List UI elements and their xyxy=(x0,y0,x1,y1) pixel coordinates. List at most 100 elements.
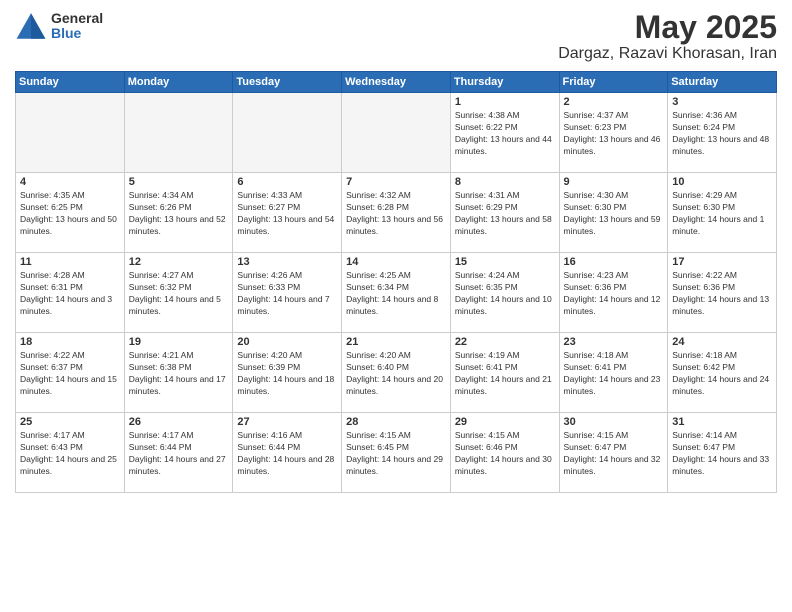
day-info: Sunrise: 4:16 AM Sunset: 6:44 PM Dayligh… xyxy=(237,430,337,478)
day-number: 26 xyxy=(129,416,229,428)
calendar-cell: 17 Sunrise: 4:22 AM Sunset: 6:36 PM Dayli… xyxy=(668,253,777,333)
day-info: Sunrise: 4:32 AM Sunset: 6:28 PM Dayligh… xyxy=(346,190,446,238)
logo: General Blue xyxy=(15,10,103,42)
calendar-week-1: 1Sunrise: 4:38 AM Sunset: 6:22 PM Daylig… xyxy=(16,93,777,173)
day-number: 5 xyxy=(129,176,229,188)
calendar-cell: 9 Sunrise: 4:30 AM Sunset: 6:30 PM Daylig… xyxy=(559,173,668,253)
calendar-cell: 1Sunrise: 4:38 AM Sunset: 6:22 PM Daylig… xyxy=(450,93,559,173)
day-info: Sunrise: 4:37 AM Sunset: 6:23 PM Dayligh… xyxy=(564,110,664,158)
calendar-cell: 28Sunrise: 4:15 AM Sunset: 6:45 PM Dayli… xyxy=(342,413,451,493)
day-info: Sunrise: 4:34 AM Sunset: 6:26 PM Dayligh… xyxy=(129,190,229,238)
day-info: Sunrise: 4:19 AM Sunset: 6:41 PM Dayligh… xyxy=(455,350,555,398)
day-number: 27 xyxy=(237,416,337,428)
day-info: Sunrise: 4:18 AM Sunset: 6:41 PM Dayligh… xyxy=(564,350,664,398)
day-info: Sunrise: 4:27 AM Sunset: 6:32 PM Dayligh… xyxy=(129,270,229,318)
logo-blue-text: Blue xyxy=(51,26,103,41)
day-number: 22 xyxy=(455,336,555,348)
day-number: 18 xyxy=(20,336,120,348)
calendar-cell: 27 Sunrise: 4:16 AM Sunset: 6:44 PM Dayli… xyxy=(233,413,342,493)
calendar-cell: 29 Sunrise: 4:15 AM Sunset: 6:46 PM Dayli… xyxy=(450,413,559,493)
weekday-header-saturday: Saturday xyxy=(668,72,777,93)
day-number: 11 xyxy=(20,256,120,268)
weekday-header-monday: Monday xyxy=(124,72,233,93)
weekday-header-tuesday: Tuesday xyxy=(233,72,342,93)
calendar-cell: 11 Sunrise: 4:28 AM Sunset: 6:31 PM Dayli… xyxy=(16,253,125,333)
calendar-cell: 14Sunrise: 4:25 AM Sunset: 6:34 PM Dayli… xyxy=(342,253,451,333)
day-number: 7 xyxy=(346,176,446,188)
day-info: Sunrise: 4:17 AM Sunset: 6:44 PM Dayligh… xyxy=(129,430,229,478)
calendar-cell: 25 Sunrise: 4:17 AM Sunset: 6:43 PM Dayli… xyxy=(16,413,125,493)
day-number: 17 xyxy=(672,256,772,268)
calendar-cell xyxy=(342,93,451,173)
day-number: 6 xyxy=(237,176,337,188)
day-info: Sunrise: 4:22 AM Sunset: 6:36 PM Dayligh… xyxy=(672,270,772,318)
day-info: Sunrise: 4:29 AM Sunset: 6:30 PM Dayligh… xyxy=(672,190,772,238)
day-number: 10 xyxy=(672,176,772,188)
day-number: 19 xyxy=(129,336,229,348)
day-info: Sunrise: 4:31 AM Sunset: 6:29 PM Dayligh… xyxy=(455,190,555,238)
day-number: 1 xyxy=(455,96,555,108)
header: General Blue May 2025 Dargaz, Razavi Kho… xyxy=(15,10,777,63)
calendar-cell: 13 Sunrise: 4:26 AM Sunset: 6:33 PM Dayli… xyxy=(233,253,342,333)
weekday-header-row: SundayMondayTuesdayWednesdayThursdayFrid… xyxy=(16,72,777,93)
calendar-cell: 23 Sunrise: 4:18 AM Sunset: 6:41 PM Dayli… xyxy=(559,333,668,413)
calendar-cell: 30 Sunrise: 4:15 AM Sunset: 6:47 PM Dayli… xyxy=(559,413,668,493)
calendar-cell xyxy=(233,93,342,173)
calendar-cell: 10 Sunrise: 4:29 AM Sunset: 6:30 PM Dayli… xyxy=(668,173,777,253)
day-info: Sunrise: 4:28 AM Sunset: 6:31 PM Dayligh… xyxy=(20,270,120,318)
calendar-cell: 20Sunrise: 4:20 AM Sunset: 6:39 PM Dayli… xyxy=(233,333,342,413)
day-number: 30 xyxy=(564,416,664,428)
calendar-cell: 22 Sunrise: 4:19 AM Sunset: 6:41 PM Dayli… xyxy=(450,333,559,413)
day-number: 24 xyxy=(672,336,772,348)
day-info: Sunrise: 4:17 AM Sunset: 6:43 PM Dayligh… xyxy=(20,430,120,478)
day-number: 28 xyxy=(346,416,446,428)
day-info: Sunrise: 4:15 AM Sunset: 6:47 PM Dayligh… xyxy=(564,430,664,478)
day-number: 3 xyxy=(672,96,772,108)
calendar-cell: 8 Sunrise: 4:31 AM Sunset: 6:29 PM Daylig… xyxy=(450,173,559,253)
page: General Blue May 2025 Dargaz, Razavi Kho… xyxy=(0,0,792,612)
day-number: 9 xyxy=(564,176,664,188)
day-number: 13 xyxy=(237,256,337,268)
calendar-table: SundayMondayTuesdayWednesdayThursdayFrid… xyxy=(15,71,777,493)
calendar-week-5: 25 Sunrise: 4:17 AM Sunset: 6:43 PM Dayli… xyxy=(16,413,777,493)
calendar-cell: 4Sunrise: 4:35 AM Sunset: 6:25 PM Daylig… xyxy=(16,173,125,253)
day-info: Sunrise: 4:21 AM Sunset: 6:38 PM Dayligh… xyxy=(129,350,229,398)
calendar-week-4: 18 Sunrise: 4:22 AM Sunset: 6:37 PM Dayli… xyxy=(16,333,777,413)
calendar-cell: 19 Sunrise: 4:21 AM Sunset: 6:38 PM Dayli… xyxy=(124,333,233,413)
day-info: Sunrise: 4:25 AM Sunset: 6:34 PM Dayligh… xyxy=(346,270,446,318)
day-info: Sunrise: 4:26 AM Sunset: 6:33 PM Dayligh… xyxy=(237,270,337,318)
day-info: Sunrise: 4:15 AM Sunset: 6:46 PM Dayligh… xyxy=(455,430,555,478)
weekday-header-wednesday: Wednesday xyxy=(342,72,451,93)
title-area: May 2025 Dargaz, Razavi Khorasan, Iran xyxy=(558,10,777,63)
day-info: Sunrise: 4:22 AM Sunset: 6:37 PM Dayligh… xyxy=(20,350,120,398)
calendar-cell: 24Sunrise: 4:18 AM Sunset: 6:42 PM Dayli… xyxy=(668,333,777,413)
day-info: Sunrise: 4:33 AM Sunset: 6:27 PM Dayligh… xyxy=(237,190,337,238)
day-number: 20 xyxy=(237,336,337,348)
month-title: May 2025 xyxy=(558,10,777,45)
calendar-cell: 26 Sunrise: 4:17 AM Sunset: 6:44 PM Dayli… xyxy=(124,413,233,493)
day-number: 31 xyxy=(672,416,772,428)
weekday-header-sunday: Sunday xyxy=(16,72,125,93)
location-title: Dargaz, Razavi Khorasan, Iran xyxy=(558,45,777,63)
calendar-cell: 7 Sunrise: 4:32 AM Sunset: 6:28 PM Daylig… xyxy=(342,173,451,253)
calendar-cell: 16Sunrise: 4:23 AM Sunset: 6:36 PM Dayli… xyxy=(559,253,668,333)
day-number: 29 xyxy=(455,416,555,428)
day-number: 12 xyxy=(129,256,229,268)
calendar-cell: 15Sunrise: 4:24 AM Sunset: 6:35 PM Dayli… xyxy=(450,253,559,333)
day-info: Sunrise: 4:35 AM Sunset: 6:25 PM Dayligh… xyxy=(20,190,120,238)
calendar-cell: 2Sunrise: 4:37 AM Sunset: 6:23 PM Daylig… xyxy=(559,93,668,173)
calendar-cell xyxy=(124,93,233,173)
calendar-cell: 21Sunrise: 4:20 AM Sunset: 6:40 PM Dayli… xyxy=(342,333,451,413)
day-number: 16 xyxy=(564,256,664,268)
day-info: Sunrise: 4:20 AM Sunset: 6:40 PM Dayligh… xyxy=(346,350,446,398)
day-info: Sunrise: 4:30 AM Sunset: 6:30 PM Dayligh… xyxy=(564,190,664,238)
day-number: 8 xyxy=(455,176,555,188)
day-info: Sunrise: 4:24 AM Sunset: 6:35 PM Dayligh… xyxy=(455,270,555,318)
day-number: 25 xyxy=(20,416,120,428)
calendar-cell: 12 Sunrise: 4:27 AM Sunset: 6:32 PM Dayli… xyxy=(124,253,233,333)
day-number: 23 xyxy=(564,336,664,348)
calendar-cell: 5 Sunrise: 4:34 AM Sunset: 6:26 PM Daylig… xyxy=(124,173,233,253)
calendar-cell: 3Sunrise: 4:36 AM Sunset: 6:24 PM Daylig… xyxy=(668,93,777,173)
calendar-cell: 31Sunrise: 4:14 AM Sunset: 6:47 PM Dayli… xyxy=(668,413,777,493)
calendar-cell: 6 Sunrise: 4:33 AM Sunset: 6:27 PM Daylig… xyxy=(233,173,342,253)
